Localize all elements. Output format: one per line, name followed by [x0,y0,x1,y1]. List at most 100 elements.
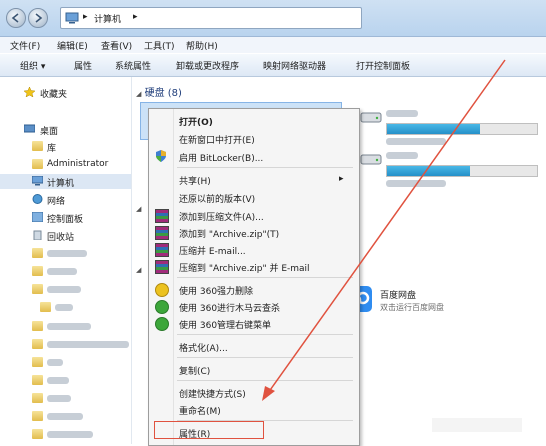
drive-space-blurred [386,180,446,187]
drive-usage-fill [387,166,470,176]
sidebar-item-library[interactable]: 库 [0,139,131,154]
menu-separator [177,380,353,381]
address-bar[interactable]: ▸ 计算机 ▸ [60,7,362,29]
menu-item-add-archive[interactable]: 添加到压缩文件(A)... [149,207,357,223]
hard-drive-icon [360,112,382,123]
sidebar-item-folder[interactable] [0,337,131,352]
menu-item-bitlocker[interactable]: 启用 BitLocker(B)... [149,148,357,164]
menu-item-create-shortcut[interactable]: 创建快捷方式(S) [149,384,357,400]
star-icon [24,87,35,97]
folder-icon [32,339,43,349]
menu-item-add-archive-zip[interactable]: 添加到 "Archive.zip"(T) [149,224,357,240]
forward-arrow-icon [35,13,43,23]
winrar-icon [155,209,169,223]
menu-item-label: 还原以前的版本(V) [179,195,256,205]
folder-icon [32,411,43,421]
menu-item-rename[interactable]: 重命名(M) [149,401,357,417]
sidebar-item-folder[interactable] [0,373,131,388]
drive-space-blurred [386,138,446,145]
menu-item-share[interactable]: 共享(H) ▸ [149,171,357,187]
breadcrumb-computer[interactable]: 计算机 [94,12,121,25]
blurred-label [47,431,93,438]
menu-item-360-manage-menu[interactable]: 使用 360管理右键菜单 [149,315,357,331]
menu-item-360-force-delete[interactable]: 使用 360强力删除 [149,281,357,297]
section-collapse-icon[interactable]: ◢ [136,205,141,213]
blurred-label [47,413,83,420]
system-properties-button[interactable]: 系统属性 [115,59,151,72]
sidebar-item-folder[interactable] [0,355,131,370]
menu-separator [177,357,353,358]
control-panel-icon [32,212,43,222]
blurred-label [47,395,71,402]
drive-usage-bar [386,165,538,177]
sidebar-item-label: 计算机 [47,179,75,189]
sidebar-item-recycle-bin[interactable]: 回收站 [0,228,131,243]
section-title: 硬盘 (8) [144,88,182,99]
sidebar-item-label: 回收站 [47,233,75,243]
sidebar-item-favorites[interactable]: 收藏夹 [0,85,131,100]
properties-highlight-box [154,421,264,439]
menu-separator [177,277,353,278]
sidebar-item-folder[interactable] [0,282,131,297]
navigation-pane: 收藏夹 桌面 库 Administrator 计算机 网络 控制面板 回收站 [0,77,132,444]
sidebar-item-folder[interactable] [0,427,131,442]
sidebar-item-folder[interactable] [0,391,131,406]
menu-view[interactable]: 查看(V) [101,39,132,52]
menu-item-format[interactable]: 格式化(A)... [149,338,357,354]
blurred-label [47,286,81,293]
folder-icon [32,393,43,403]
winrar-icon [155,226,169,240]
menu-item-label: 使用 360管理右键菜单 [179,321,272,331]
sidebar-item-folder[interactable] [0,300,131,315]
winrar-icon [155,243,169,257]
map-network-drive-button[interactable]: 映射网络驱动器 [263,59,326,72]
menu-item-copy[interactable]: 复制(C) [149,361,357,377]
menu-item-label: 在新窗口中打开(E) [179,136,255,146]
sidebar-item-label: Administrator [47,159,109,169]
computer-icon [65,12,79,24]
section-hard-disk[interactable]: ◢ 硬盘 (8) [136,84,182,99]
organize-button[interactable]: 组织 ▾ [20,59,45,72]
drive-name-blurred [386,110,418,117]
menu-item-restore-versions[interactable]: 还原以前的版本(V) [149,189,357,205]
watermark [432,418,522,432]
sidebar-item-desktop[interactable]: 桌面 [0,122,131,137]
sidebar-item-folder[interactable] [0,246,131,261]
desktop-icon [24,124,35,133]
menu-item-compress-zip-email[interactable]: 压缩到 "Archive.zip" 并 E-mail [149,258,357,274]
uninstall-program-button[interactable]: 卸载或更改程序 [176,59,239,72]
properties-button[interactable]: 属性 [74,59,92,72]
open-control-panel-button[interactable]: 打开控制面板 [356,59,410,72]
menu-edit[interactable]: 编辑(E) [57,39,88,52]
forward-button[interactable] [28,8,48,28]
baidu-netdisk-tile[interactable]: 百度网盘 双击运行百度网盘 [346,284,516,318]
sidebar-item-folder[interactable] [0,264,131,279]
menu-help[interactable]: 帮助(H) [186,39,218,52]
sidebar-item-network[interactable]: 网络 [0,192,131,207]
sidebar-item-computer[interactable]: 计算机 [0,174,131,189]
folder-icon [32,266,43,276]
sidebar-item-folder[interactable] [0,319,131,334]
section-collapse-icon[interactable]: ◢ [136,266,141,274]
title-bar: ▸ 计算机 ▸ [0,0,546,37]
recycle-bin-icon [33,230,42,240]
menu-item-open[interactable]: 打开(O) [149,112,357,128]
menu-item-label: 启用 BitLocker(B)... [179,154,264,164]
drive-tile[interactable] [360,152,538,187]
sidebar-item-control-panel[interactable]: 控制面板 [0,210,131,225]
menu-item-360-trojan-scan[interactable]: 使用 360进行木马云查杀 [149,298,357,314]
sidebar-item-label: 控制面板 [47,215,84,225]
menu-item-compress-email[interactable]: 压缩并 E-mail... [149,241,357,257]
sidebar-item-folder[interactable] [0,409,131,424]
menu-file[interactable]: 文件(F) [10,39,40,52]
blurred-label [55,304,73,311]
menu-tools[interactable]: 工具(T) [144,39,175,52]
menu-item-label: 创建快捷方式(S) [179,390,246,400]
sidebar-item-label: 桌面 [40,127,59,137]
drive-tile[interactable] [360,110,538,145]
baidu-netdisk-name: 百度网盘 [380,291,417,301]
back-button[interactable] [6,8,26,28]
folder-icon [32,321,43,331]
menu-item-open-new-window[interactable]: 在新窗口中打开(E) [149,130,357,146]
sidebar-item-administrator[interactable]: Administrator [0,157,131,172]
